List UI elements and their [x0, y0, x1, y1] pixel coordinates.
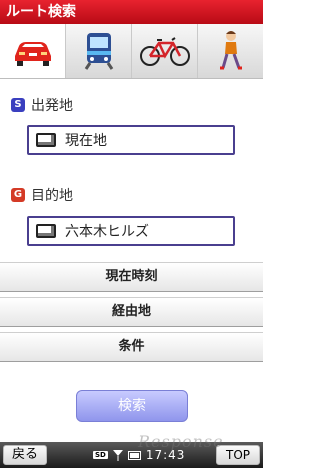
conditions-button[interactable]: 条件	[0, 332, 263, 362]
page-title: ルート検索	[6, 4, 76, 20]
transport-mode-tabs	[0, 24, 263, 79]
field-input-icon	[36, 133, 56, 147]
train-icon	[84, 33, 113, 70]
origin-field[interactable]: 現在地	[27, 125, 235, 155]
field-input-icon	[36, 224, 56, 238]
back-button[interactable]: 戻る	[3, 445, 47, 465]
tab-walk[interactable]	[198, 24, 263, 78]
search-button[interactable]: 検索	[76, 390, 188, 422]
car-icon	[14, 42, 51, 66]
tab-bicycle[interactable]	[132, 24, 198, 78]
signal-icon	[112, 450, 123, 461]
app-title-bar: ルート検索	[0, 0, 263, 24]
tab-train[interactable]	[66, 24, 132, 78]
start-badge-icon: S	[11, 98, 25, 112]
bicycle-icon	[139, 37, 190, 66]
tab-car[interactable]	[0, 24, 66, 78]
goal-badge-icon: G	[11, 188, 25, 202]
destination-value: 六本木ヒルズ	[65, 224, 149, 240]
origin-value: 現在地	[65, 133, 107, 149]
origin-label-text: 出発地	[31, 98, 73, 114]
destination-field[interactable]: 六本木ヒルズ	[27, 216, 235, 246]
walk-icon	[219, 31, 242, 70]
destination-label: G 目的地	[11, 185, 73, 205]
waypoint-button[interactable]: 経由地	[0, 297, 263, 327]
watermark-logo: Response	[138, 432, 224, 451]
sd-card-icon: SD	[93, 451, 108, 459]
destination-label-text: 目的地	[31, 188, 73, 204]
current-time-button[interactable]: 現在時刻	[0, 262, 263, 292]
origin-label: S 出発地	[11, 95, 73, 115]
